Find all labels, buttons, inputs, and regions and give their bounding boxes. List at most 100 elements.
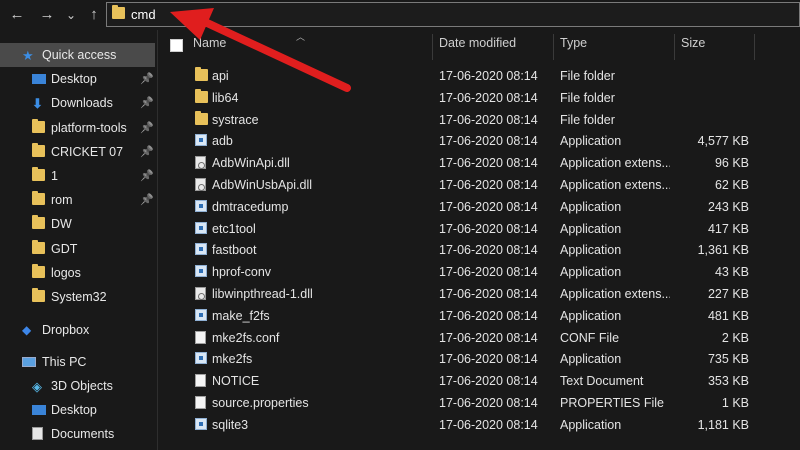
sidebar-item-label: rom xyxy=(51,193,73,207)
folder-icon xyxy=(32,215,46,231)
file-date-modified: 17-06-2020 08:14 xyxy=(439,112,538,127)
file-name: sqlite3 xyxy=(212,417,249,432)
column-header-type[interactable]: Type xyxy=(560,36,587,56)
application-icon xyxy=(195,199,207,212)
file-row[interactable]: sqlite3 17-06-2020 08:14 Application 1,181 … xyxy=(160,414,760,436)
file-size: 1,361 KB xyxy=(697,243,749,258)
folder-icon xyxy=(32,167,46,183)
file-row[interactable]: AdbWinUsbApi.dll 17-06-2020 08:14 Applicat… xyxy=(160,174,760,196)
sidebar-item-quick-access[interactable]: ★ Quick access xyxy=(0,43,155,67)
file-name: make_f2fs xyxy=(212,308,270,323)
select-all-checkbox[interactable] xyxy=(170,39,183,52)
file-type: Application xyxy=(560,265,622,280)
sort-up-chevron-icon: ︿ xyxy=(296,32,306,42)
file-row[interactable]: systrace 17-06-2020 08:14 File folder xyxy=(160,109,760,131)
sidebar-item-3d-objects[interactable]: ◈ 3D Objects xyxy=(0,374,155,398)
file-row[interactable]: mke2fs 17-06-2020 08:14 Application 735 KB xyxy=(160,348,760,370)
file-name: source.properties xyxy=(212,396,309,410)
file-row[interactable]: hprof-conv 17-06-2020 08:14 Application 43 … xyxy=(160,261,760,283)
sidebar-item-documents[interactable]: Documents xyxy=(0,422,155,446)
file-row[interactable]: dmtracedump 17-06-2020 08:14 Application 24… xyxy=(160,196,760,218)
folder-icon xyxy=(195,110,208,125)
sidebar-item-label: CRICKET 07 xyxy=(51,145,124,159)
desktop-icon xyxy=(32,72,46,86)
folder-icon xyxy=(32,191,46,207)
pin-icon: 📌 xyxy=(140,122,154,134)
sidebar-item-logos[interactable]: logos xyxy=(0,261,155,285)
file-date-modified: 17-06-2020 08:14 xyxy=(439,90,538,105)
column-divider[interactable] xyxy=(754,34,755,60)
sidebar-item-label: Desktop xyxy=(51,72,97,86)
file-row[interactable]: mke2fs.conf 17-06-2020 08:14 CONF File 2 KB xyxy=(160,327,760,349)
address-bar[interactable]: cmd xyxy=(106,2,800,27)
file-size: 43 KB xyxy=(714,265,749,280)
column-divider[interactable] xyxy=(553,34,554,60)
application-icon xyxy=(195,243,207,256)
sidebar-item-downloads[interactable]: ⬇ Downloads 📌 xyxy=(0,91,155,115)
document-icon xyxy=(195,374,206,388)
back-arrow-icon[interactable]: ← xyxy=(8,4,26,26)
sidebar-item-1[interactable]: 1 📌 xyxy=(0,164,155,188)
pane-divider[interactable] xyxy=(157,30,158,450)
dropbox-icon: ◆ xyxy=(22,323,32,337)
file-type: CONF File xyxy=(560,330,620,345)
file-type: File folder xyxy=(560,69,615,83)
file-row[interactable]: fastboot 17-06-2020 08:14 Application 1,361… xyxy=(160,239,760,261)
sidebar-item-desktop[interactable]: Desktop 📌 xyxy=(0,67,155,91)
sidebar-item-this-pc[interactable]: This PC xyxy=(0,350,155,374)
column-header-size[interactable]: Size xyxy=(681,36,705,56)
file-row[interactable]: adb 17-06-2020 08:14 Application 4,577 KB xyxy=(160,130,760,152)
forward-arrow-icon[interactable]: → xyxy=(38,4,56,26)
sidebar-item-system32[interactable]: System32 xyxy=(0,285,155,309)
sidebar-item-cricket-07[interactable]: CRICKET 07 📌 xyxy=(0,140,155,164)
file-row[interactable]: NOTICE 17-06-2020 08:14 Text Document 353 K… xyxy=(160,370,760,392)
sidebar-item-gdt[interactable]: GDT xyxy=(0,237,155,261)
sidebar-item-label: This PC xyxy=(42,355,87,369)
pin-icon: 📌 xyxy=(140,146,154,158)
column-divider[interactable] xyxy=(432,34,433,60)
sidebar-item-dropbox[interactable]: ◆ Dropbox xyxy=(0,318,155,342)
sidebar-item-label: logos xyxy=(51,266,81,280)
file-row[interactable]: lib64 17-06-2020 08:14 File folder xyxy=(160,87,760,109)
documents-icon xyxy=(32,427,46,441)
file-type: File folder xyxy=(560,90,615,105)
file-row[interactable]: api 17-06-2020 08:14 File folder xyxy=(160,65,760,87)
file-date-modified: 17-06-2020 08:14 xyxy=(439,221,538,236)
file-type: PROPERTIES File xyxy=(560,396,664,410)
document-icon xyxy=(195,330,206,344)
file-row[interactable]: libwinpthread-1.dll 17-06-2020 08:14 Appli… xyxy=(160,283,760,305)
file-name: fastboot xyxy=(212,243,257,258)
file-size: 1,181 KB xyxy=(697,417,749,432)
file-row[interactable]: make_f2fs 17-06-2020 08:14 Application 481 … xyxy=(160,305,760,327)
pin-icon: 📌 xyxy=(140,194,154,206)
sidebar-item-platform-tools[interactable]: platform-tools 📌 xyxy=(0,116,155,140)
dll-icon xyxy=(195,178,206,191)
column-header-date-modified[interactable]: Date modified xyxy=(439,36,516,56)
sidebar-item-label: GDT xyxy=(51,242,78,256)
sidebar-item-rom[interactable]: rom 📌 xyxy=(0,188,155,212)
file-date-modified: 17-06-2020 08:14 xyxy=(439,396,538,410)
column-divider[interactable] xyxy=(674,34,675,60)
folder-icon xyxy=(32,143,46,159)
sidebar-item-desktop[interactable]: Desktop xyxy=(0,398,155,422)
recent-locations-chevron-icon[interactable]: ⌄ xyxy=(64,4,78,26)
file-name: lib64 xyxy=(212,90,239,105)
file-date-modified: 17-06-2020 08:14 xyxy=(439,308,538,323)
file-name: NOTICE xyxy=(212,374,260,389)
file-size: 735 KB xyxy=(707,352,749,367)
file-date-modified: 17-06-2020 08:14 xyxy=(439,287,538,301)
file-size: 243 KB xyxy=(707,199,749,214)
address-bar-text[interactable]: cmd xyxy=(131,7,156,22)
up-arrow-icon[interactable]: ↑ xyxy=(85,4,103,26)
sidebar-item-label: Dropbox xyxy=(42,323,90,337)
sidebar-item-dw[interactable]: DW xyxy=(0,212,155,236)
star-icon: ★ xyxy=(22,48,34,63)
file-row[interactable]: etc1tool 17-06-2020 08:14 Application 417 K… xyxy=(160,218,760,240)
file-row[interactable]: AdbWinApi.dll 17-06-2020 08:14 Application… xyxy=(160,152,760,174)
file-date-modified: 17-06-2020 08:14 xyxy=(439,374,538,389)
column-header-name[interactable]: Name xyxy=(193,36,226,56)
file-date-modified: 17-06-2020 08:14 xyxy=(439,69,538,83)
pin-icon: 📌 xyxy=(140,73,154,85)
file-name: systrace xyxy=(212,112,259,127)
file-row[interactable]: source.properties 17-06-2020 08:14 PROPERT… xyxy=(160,392,760,414)
